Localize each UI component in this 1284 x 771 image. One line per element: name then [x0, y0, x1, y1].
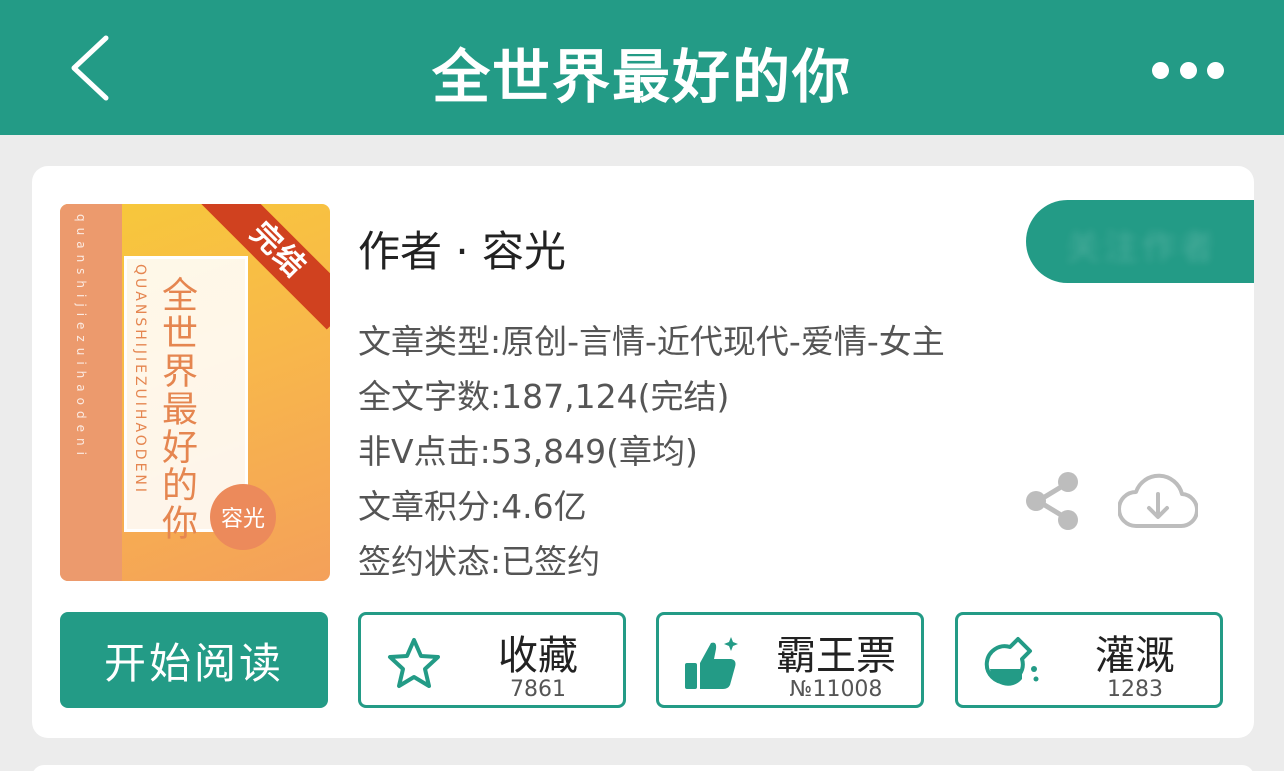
meta-words: 全文字数:187,124(完结)	[358, 377, 730, 416]
book-info-card: quanshijiezuihaodeni QUANSHIJIEZUIHAODEN…	[32, 166, 1254, 738]
flask-icon	[984, 637, 1039, 686]
book-meta: 文章类型:原创-言情-近代现代-爱情-女主 全文字数:187,124(完结) 非…	[358, 314, 945, 589]
overlord-ticket-button[interactable]: 霸王票 №11008	[656, 612, 924, 708]
cover-title: 全世界最好的你	[156, 276, 197, 542]
cover-strip	[60, 204, 122, 581]
favorite-button[interactable]: 收藏 7861	[358, 612, 626, 708]
more-button[interactable]	[1152, 52, 1224, 88]
more-horizontal-icon	[1152, 61, 1169, 79]
download-button[interactable]	[1117, 470, 1199, 532]
water-label: 灌溉	[1095, 633, 1175, 679]
follow-author-button[interactable]: 关注作者	[1026, 200, 1254, 283]
meta-type: 文章类型:原创-言情-近代现代-爱情-女主	[358, 322, 945, 361]
star-icon	[388, 638, 440, 688]
share-button[interactable]	[1024, 472, 1080, 530]
thumbs-up-icon	[685, 637, 738, 689]
water-count: 1283	[1107, 677, 1163, 702]
author-name[interactable]: 作者 · 容光	[358, 218, 566, 279]
cover-author-badge: 容光	[210, 484, 276, 550]
page-title: 全世界最好的你	[431, 43, 852, 111]
book-cover[interactable]: quanshijiezuihaodeni QUANSHIJIEZUIHAODEN…	[60, 204, 330, 581]
cover-pinyin: QUANSHIJIEZUIHAODENI	[132, 264, 148, 496]
water-button[interactable]: 灌溉 1283	[955, 612, 1223, 708]
start-reading-button[interactable]: 开始阅读	[60, 612, 328, 708]
meta-contract: 签约状态:已签约	[358, 542, 601, 581]
meta-clicks: 非V点击:53,849(章均)	[358, 432, 698, 471]
overlord-ticket-label: 霸王票	[776, 633, 896, 679]
cover-side-text: quanshijiezuihaodeni	[74, 214, 88, 461]
cloud-download-icon	[1117, 473, 1199, 529]
follow-author-label: 关注作者	[1066, 228, 1218, 268]
top-bar: 全世界最好的你	[0, 0, 1284, 135]
favorite-label: 收藏	[498, 633, 578, 679]
share-icon	[1026, 472, 1078, 530]
favorite-count: 7861	[510, 677, 566, 702]
meta-score: 文章积分:4.6亿	[358, 487, 587, 526]
next-section-card	[32, 765, 1254, 771]
overlord-ticket-count: №11008	[789, 677, 883, 702]
